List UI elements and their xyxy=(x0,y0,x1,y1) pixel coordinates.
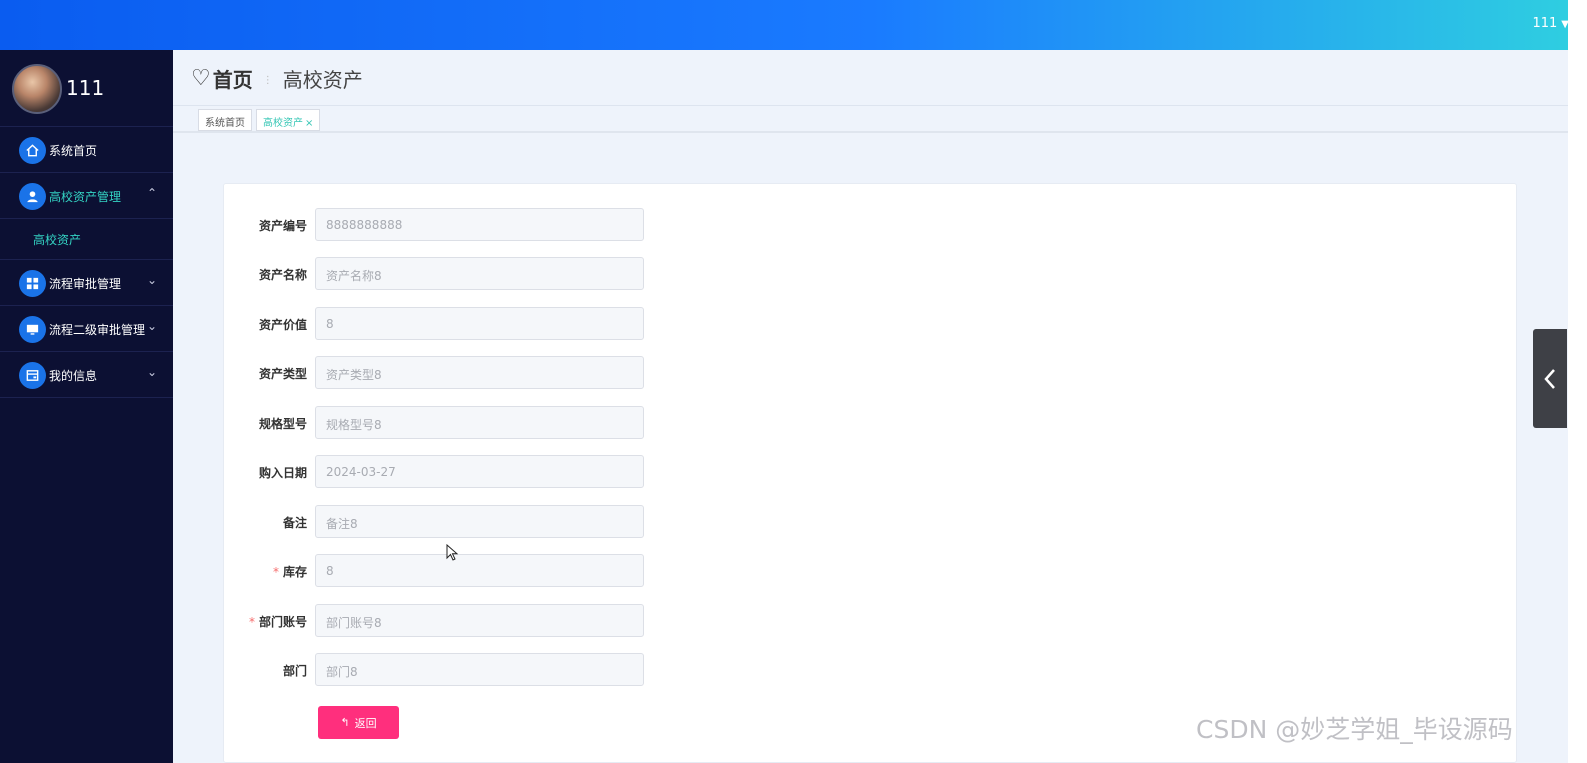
model-spec-field[interactable]: 规格型号8 xyxy=(315,406,644,439)
right-edge xyxy=(1568,0,1587,763)
stock-field[interactable]: 8 xyxy=(315,554,644,587)
avatar xyxy=(12,64,62,114)
field-label: 资产编号 xyxy=(258,219,307,233)
chevron-down-icon[interactable]: ⌄ xyxy=(147,319,157,333)
back-button-label: 返回 xyxy=(354,716,377,730)
sidebar-subitem-asset[interactable]: 高校资产 xyxy=(0,219,173,260)
sidebar-subitem-label: 高校资产 xyxy=(33,233,82,247)
profile: 111 xyxy=(0,50,173,127)
page-header: ♡ 首页 ⋮ 高校资产 xyxy=(173,50,1568,105)
profile-name: 111 xyxy=(66,76,105,100)
return-arrow-icon: ↰ xyxy=(340,716,350,729)
field-label: * 库存 xyxy=(272,565,307,579)
close-icon[interactable]: × xyxy=(305,118,313,129)
remark-field[interactable]: 备注8 xyxy=(315,505,644,538)
sidebar-item-my-info[interactable]: 我的信息 ⌄ xyxy=(0,352,173,398)
sidebar-item-label: 我的信息 xyxy=(49,369,98,383)
asset-name-field[interactable]: 资产名称8 xyxy=(315,257,644,290)
sidebar-item-label: 系统首页 xyxy=(49,144,98,158)
tab-label: 系统首页 xyxy=(205,118,245,129)
field-label: 规格型号 xyxy=(258,417,307,431)
required-mark: * xyxy=(272,565,279,579)
sidebar-item-label: 流程二级审批管理 xyxy=(49,323,146,337)
back-button[interactable]: ↰ 返回 xyxy=(318,706,399,739)
asset-form-card: 资产编号 8888888888 资产名称 资产名称8 资产价值 8 资产类型 资… xyxy=(223,183,1517,763)
required-mark: * xyxy=(248,615,255,629)
purchase-date-field[interactable]: 2024-03-27 xyxy=(315,455,644,488)
monitor-icon xyxy=(19,316,46,343)
breadcrumb-separator: ⋮ xyxy=(262,75,273,86)
user-menu[interactable]: 111 ▼ xyxy=(1532,16,1569,31)
department-account-field[interactable]: 部门账号8 xyxy=(315,604,644,637)
heart-icon: ♡ xyxy=(191,66,211,91)
field-label: 购入日期 xyxy=(258,466,307,480)
breadcrumb-current: 高校资产 xyxy=(282,68,363,92)
watermark: CSDN @妙芝学姐_毕设源码 xyxy=(1196,715,1513,744)
mouse-cursor-icon xyxy=(446,544,458,561)
card-icon xyxy=(19,362,46,389)
tab-asset[interactable]: 高校资产 × xyxy=(256,109,320,131)
sidebar-item-approval[interactable]: 流程审批管理 ⌄ xyxy=(0,260,173,306)
sidebar-item-second-approval[interactable]: 流程二级审批管理 ⌄ xyxy=(0,306,173,352)
asset-type-field[interactable]: 资产类型8 xyxy=(315,356,644,389)
breadcrumb-home[interactable]: 首页 xyxy=(213,64,253,93)
sidebar-item-asset-management[interactable]: 高校资产管理 ⌃ xyxy=(0,173,173,219)
field-label: * 部门账号 xyxy=(248,615,307,629)
user-name[interactable]: 111 xyxy=(1532,16,1557,31)
asset-value-field[interactable]: 8 xyxy=(315,307,644,340)
field-label: 资产类型 xyxy=(258,367,307,381)
grid-icon xyxy=(19,270,46,297)
user-icon xyxy=(19,183,46,210)
chevron-left-icon xyxy=(1544,368,1555,389)
breadcrumb: ♡ 首页 ⋮ 高校资产 xyxy=(191,64,363,93)
asset-number-field[interactable]: 8888888888 xyxy=(315,208,644,241)
chevron-down-icon[interactable]: ⌄ xyxy=(147,365,157,379)
sidebar: 111 系统首页 高校资产管理 ⌃ 高校资产 流程审批管理 ⌄ 流程二级审批管理… xyxy=(0,50,173,763)
home-icon xyxy=(19,137,46,164)
sidebar-item-label: 流程审批管理 xyxy=(49,277,122,291)
top-bar: 111 ▼ xyxy=(0,0,1587,50)
department-field[interactable]: 部门8 xyxy=(315,653,644,686)
sidebar-item-label: 高校资产管理 xyxy=(49,190,122,204)
field-label: 部门 xyxy=(282,664,307,678)
field-label: 资产价值 xyxy=(258,318,307,332)
tab-system-home[interactable]: 系统首页 xyxy=(198,109,252,131)
tab-bar: 系统首页 高校资产 × xyxy=(173,105,1568,133)
field-label: 资产名称 xyxy=(258,268,307,282)
field-label: 备注 xyxy=(282,516,307,530)
tab-label: 高校资产 xyxy=(263,118,303,129)
chevron-up-icon[interactable]: ⌃ xyxy=(147,186,157,200)
sidebar-item-home[interactable]: 系统首页 xyxy=(0,127,173,173)
side-panel-toggle[interactable] xyxy=(1533,329,1567,428)
chevron-down-icon[interactable]: ⌄ xyxy=(147,273,157,287)
